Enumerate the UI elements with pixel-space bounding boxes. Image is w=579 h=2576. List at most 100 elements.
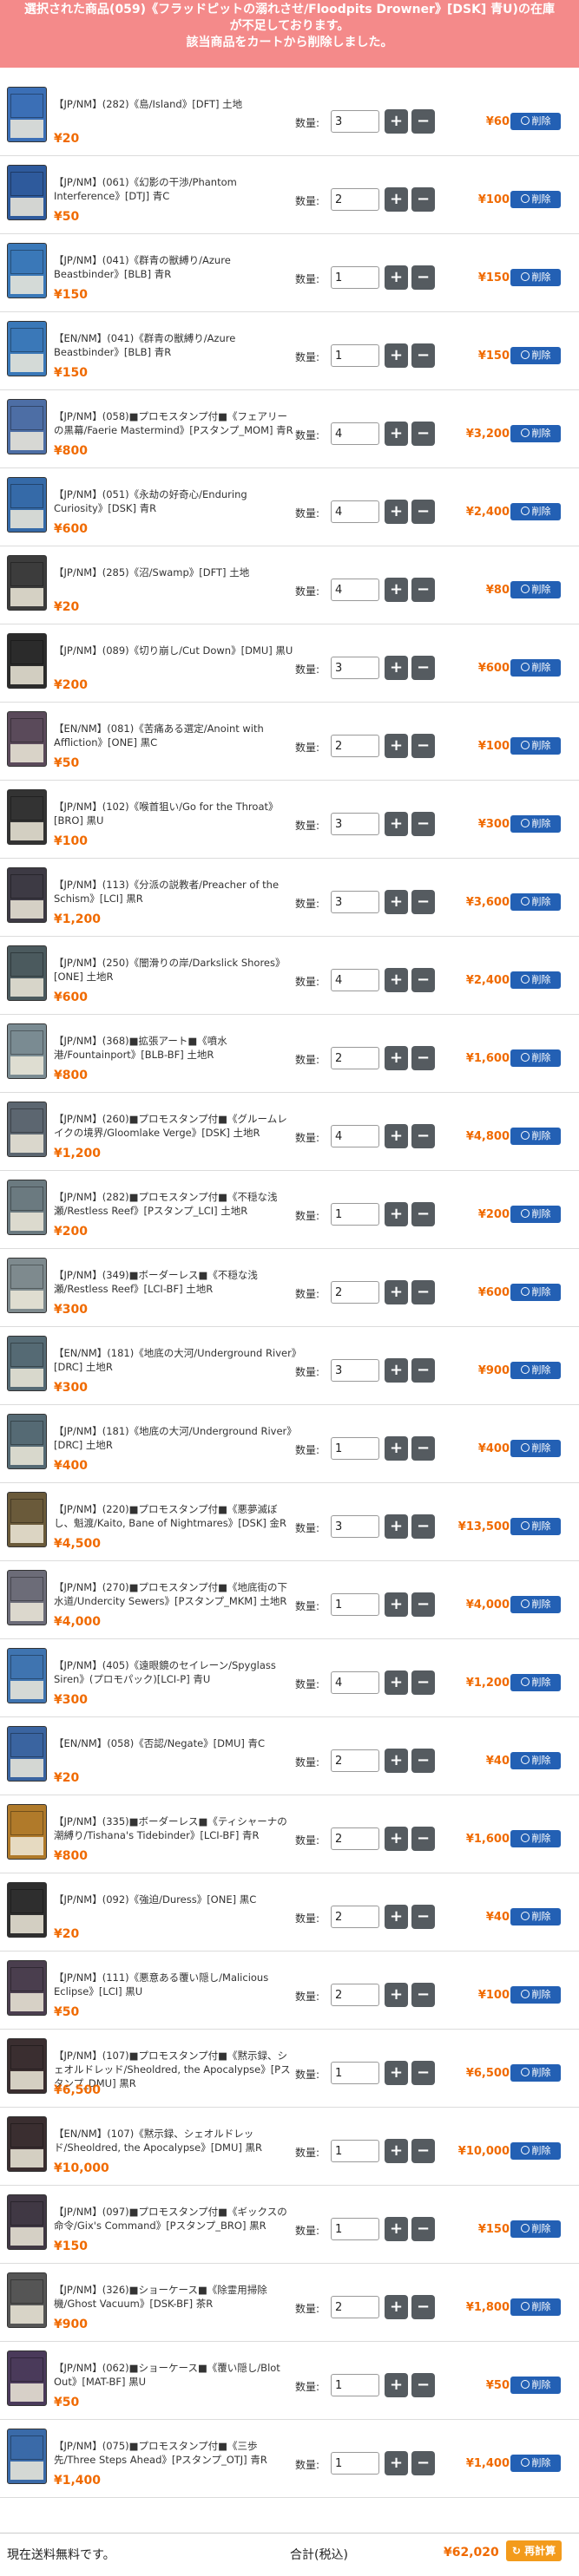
card-thumbnail[interactable]: [7, 1804, 47, 1860]
quantity-input[interactable]: [331, 422, 379, 445]
increase-quantity-button[interactable]: +: [385, 734, 408, 758]
card-thumbnail[interactable]: [7, 1258, 47, 1313]
increase-quantity-button[interactable]: +: [385, 968, 408, 992]
increase-quantity-button[interactable]: +: [385, 1983, 408, 2007]
item-name[interactable]: 【JP/NM】(092)《強迫/Duress》[ONE] 黒C: [54, 1893, 297, 1906]
card-thumbnail[interactable]: [7, 87, 47, 142]
card-thumbnail[interactable]: [7, 1648, 47, 1703]
quantity-input[interactable]: [331, 2062, 379, 2084]
quantity-input[interactable]: [331, 2296, 379, 2318]
card-thumbnail[interactable]: [7, 2350, 47, 2406]
item-name[interactable]: 【JP/NM】(282)■プロモスタンプ付■《不穏な浅瀬/Restless Re…: [54, 1190, 297, 1218]
card-thumbnail[interactable]: [7, 945, 47, 1001]
increase-quantity-button[interactable]: +: [385, 2139, 408, 2163]
quantity-input[interactable]: [331, 1671, 379, 1694]
increase-quantity-button[interactable]: +: [385, 265, 408, 290]
increase-quantity-button[interactable]: +: [385, 578, 408, 602]
quantity-input[interactable]: [331, 1203, 379, 1226]
delete-button[interactable]: 削除: [510, 1674, 561, 1691]
item-name[interactable]: 【JP/NM】(405)《遠眼鏡のセイレーン/Spyglass Siren》(プ…: [54, 1658, 297, 1686]
quantity-input[interactable]: [331, 735, 379, 757]
item-name[interactable]: 【JP/NM】(282)《島/Island》[DFT] 土地: [54, 97, 297, 111]
card-thumbnail[interactable]: [7, 1570, 47, 1625]
card-thumbnail[interactable]: [7, 1492, 47, 1547]
delete-button[interactable]: 削除: [510, 1908, 561, 1925]
card-thumbnail[interactable]: [7, 1023, 47, 1079]
increase-quantity-button[interactable]: +: [385, 2451, 408, 2475]
item-name[interactable]: 【JP/NM】(041)《群青の獣縛り/Azure Beastbinder》[B…: [54, 253, 297, 281]
increase-quantity-button[interactable]: +: [385, 656, 408, 680]
increase-quantity-button[interactable]: +: [385, 500, 408, 524]
increase-quantity-button[interactable]: +: [385, 1280, 408, 1304]
delete-button[interactable]: 削除: [510, 581, 561, 598]
card-thumbnail[interactable]: [7, 2429, 47, 2484]
quantity-input[interactable]: [331, 344, 379, 367]
delete-button[interactable]: 削除: [510, 1049, 561, 1067]
delete-button[interactable]: 削除: [510, 1284, 561, 1301]
card-thumbnail[interactable]: [7, 1336, 47, 1391]
quantity-input[interactable]: [331, 657, 379, 679]
delete-button[interactable]: 削除: [510, 893, 561, 911]
delete-button[interactable]: 削除: [510, 347, 561, 364]
increase-quantity-button[interactable]: +: [385, 1358, 408, 1383]
delete-button[interactable]: 削除: [510, 1362, 561, 1379]
quantity-input[interactable]: [331, 2452, 379, 2475]
quantity-input[interactable]: [331, 1984, 379, 2006]
delete-button[interactable]: 削除: [510, 191, 561, 208]
card-thumbnail[interactable]: [7, 1882, 47, 1938]
delete-button[interactable]: 削除: [510, 1206, 561, 1223]
item-name[interactable]: 【JP/NM】(058)■プロモスタンプ付■《フェアリーの黒幕/Faerie M…: [54, 409, 297, 437]
quantity-input[interactable]: [331, 579, 379, 601]
item-name[interactable]: 【JP/NM】(285)《沼/Swamp》[DFT] 土地: [54, 566, 297, 579]
item-name[interactable]: 【JP/NM】(250)《闇滑りの岸/Darkslick Shores》[ONE…: [54, 956, 297, 984]
increase-quantity-button[interactable]: +: [385, 1827, 408, 1851]
increase-quantity-button[interactable]: +: [385, 187, 408, 212]
item-name[interactable]: 【JP/NM】(075)■プロモスタンプ付■《三歩先/Three Steps A…: [54, 2439, 297, 2467]
item-name[interactable]: 【JP/NM】(181)《地底の大河/Underground River》[DR…: [54, 1424, 297, 1452]
delete-button[interactable]: 削除: [510, 1518, 561, 1535]
card-thumbnail[interactable]: [7, 2194, 47, 2250]
quantity-input[interactable]: [331, 891, 379, 913]
item-name[interactable]: 【EN/NM】(081)《苦痛ある選定/Anoint with Afflicti…: [54, 722, 297, 749]
increase-quantity-button[interactable]: +: [385, 890, 408, 914]
quantity-input[interactable]: [331, 110, 379, 133]
delete-button[interactable]: 削除: [510, 1830, 561, 1847]
delete-button[interactable]: 削除: [510, 971, 561, 989]
card-thumbnail[interactable]: [7, 1102, 47, 1157]
card-thumbnail[interactable]: [7, 867, 47, 923]
quantity-input[interactable]: [331, 1437, 379, 1460]
card-thumbnail[interactable]: [7, 1726, 47, 1782]
increase-quantity-button[interactable]: +: [385, 1670, 408, 1695]
increase-quantity-button[interactable]: +: [385, 1905, 408, 1929]
recalculate-button[interactable]: ↻ 再計算: [506, 2540, 562, 2561]
item-name[interactable]: 【JP/NM】(368)■拡張アート■《噴水港/Fountainport》[BL…: [54, 1034, 297, 1062]
item-name[interactable]: 【JP/NM】(335)■ボーダーレス■《ティシャーナの潮縛り/Tishana'…: [54, 1814, 297, 1842]
delete-button[interactable]: 削除: [510, 269, 561, 286]
increase-quantity-button[interactable]: +: [385, 422, 408, 446]
card-thumbnail[interactable]: [7, 1960, 47, 2016]
quantity-input[interactable]: [331, 1593, 379, 1616]
increase-quantity-button[interactable]: +: [385, 1514, 408, 1539]
item-name[interactable]: 【JP/NM】(326)■ショーケース■《除霊用掃除機/Ghost Vacuum…: [54, 2283, 297, 2311]
card-thumbnail[interactable]: [7, 555, 47, 611]
card-thumbnail[interactable]: [7, 633, 47, 689]
delete-button[interactable]: 削除: [510, 503, 561, 520]
quantity-input[interactable]: [331, 1749, 379, 1772]
increase-quantity-button[interactable]: +: [385, 812, 408, 836]
delete-button[interactable]: 削除: [510, 2377, 561, 2394]
quantity-input[interactable]: [331, 1827, 379, 1850]
card-thumbnail[interactable]: [7, 165, 47, 220]
quantity-input[interactable]: [331, 500, 379, 523]
delete-button[interactable]: 削除: [510, 1440, 561, 1457]
quantity-input[interactable]: [331, 188, 379, 211]
card-thumbnail[interactable]: [7, 321, 47, 376]
card-thumbnail[interactable]: [7, 1180, 47, 1235]
item-name[interactable]: 【EN/NM】(041)《群青の獣縛り/Azure Beastbinder》[B…: [54, 331, 297, 359]
item-name[interactable]: 【JP/NM】(089)《切り崩し/Cut Down》[DMU] 黒U: [54, 644, 297, 657]
increase-quantity-button[interactable]: +: [385, 2217, 408, 2241]
card-thumbnail[interactable]: [7, 2272, 47, 2328]
card-thumbnail[interactable]: [7, 2116, 47, 2172]
item-name[interactable]: 【JP/NM】(349)■ボーダーレス■《不穏な浅瀬/Restless Reef…: [54, 1268, 297, 1296]
delete-button[interactable]: 削除: [510, 425, 561, 442]
card-thumbnail[interactable]: [7, 243, 47, 298]
